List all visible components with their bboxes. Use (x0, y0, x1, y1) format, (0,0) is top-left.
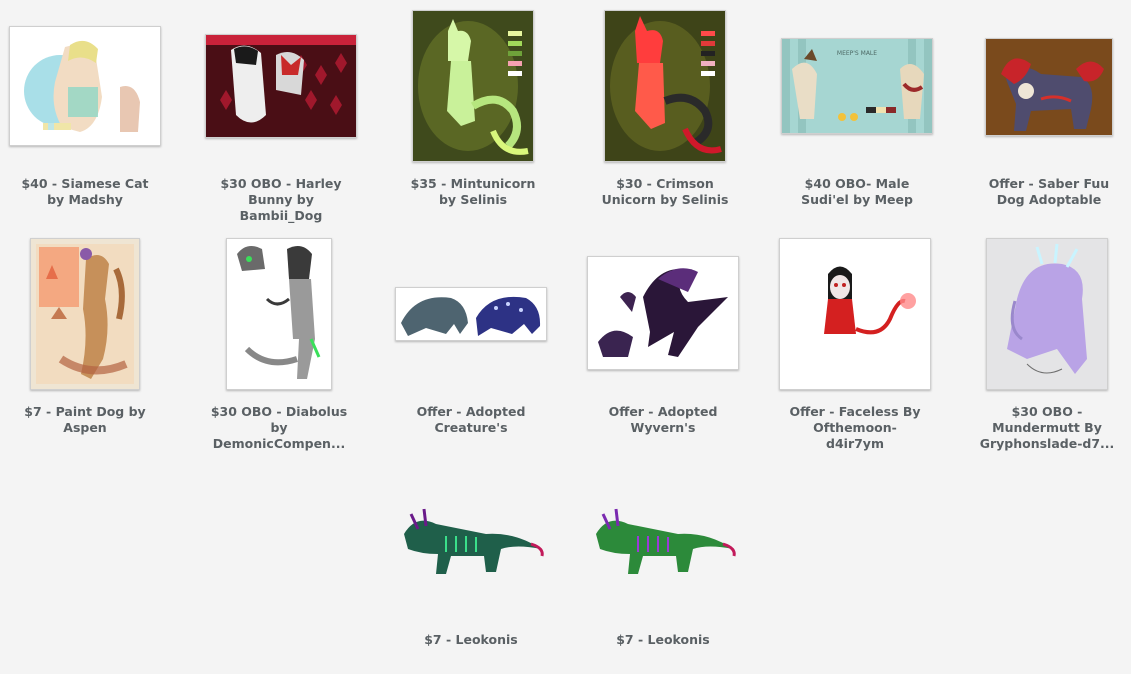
item-caption[interactable]: Offer - Saber Fuu Dog Adoptable (973, 176, 1125, 208)
thumbnail-harley-bunny[interactable] (205, 34, 357, 138)
gallery-item[interactable]: Offer - Adopted Creature's (395, 238, 547, 436)
adoptables-gallery: $40 - Siamese Cat by Madshy $30 OBO - Ha… (0, 0, 1131, 674)
thumbnail-wyverns[interactable] (587, 256, 739, 370)
item-caption[interactable]: Offer - Adopted Creature's (395, 404, 547, 436)
item-caption[interactable]: $40 - Siamese Cat by Madshy (9, 176, 161, 208)
thumbnail-paint-dog[interactable] (30, 238, 140, 390)
item-caption[interactable]: $7 - Leokonis (587, 632, 739, 648)
item-caption[interactable]: $35 - Mintunicorn by Selinis (397, 176, 549, 208)
thumbnail-leokonis-2[interactable] (588, 504, 738, 580)
gallery-item[interactable]: $7 - Leokonis (587, 466, 739, 648)
gallery-item[interactable]: Offer - Faceless By Ofthemoon- d4ir7ym (779, 238, 931, 452)
item-caption[interactable]: $40 OBO- Male Sudi'el by Meep (781, 176, 933, 208)
gallery-item[interactable]: $40 - Siamese Cat by Madshy (9, 10, 161, 208)
item-caption[interactable]: Offer - Faceless By Ofthemoon- d4ir7ym (779, 404, 931, 452)
thumbnail-mintunicorn[interactable] (412, 10, 534, 162)
gallery-item[interactable]: $30 - Crimson Unicorn by Selinis (589, 10, 741, 208)
item-caption[interactable]: $30 - Crimson Unicorn by Selinis (589, 176, 741, 208)
gallery-item[interactable]: $35 - Mintunicorn by Selinis (397, 10, 549, 208)
thumbnail-saber-fuu[interactable] (985, 38, 1113, 136)
thumbnail-leokonis-1[interactable] (396, 504, 546, 580)
item-caption[interactable]: $30 OBO - Harley Bunny by Bambii_Dog (205, 176, 357, 224)
thumbnail-creatures[interactable] (395, 287, 547, 341)
gallery-item[interactable]: $7 - Paint Dog by Aspen (9, 238, 161, 436)
svg-text:MEEP'S MALE: MEEP'S MALE (837, 50, 877, 57)
gallery-item[interactable]: Offer - Adopted Wyvern's (587, 238, 739, 436)
item-caption[interactable]: Offer - Adopted Wyvern's (587, 404, 739, 436)
item-caption[interactable]: $7 - Paint Dog by Aspen (9, 404, 161, 436)
gallery-item[interactable]: $30 OBO - Mundermutt By Gryphonslade-d7.… (971, 238, 1123, 452)
gallery-item[interactable]: $7 - Leokonis (395, 466, 547, 648)
thumbnail-mundermutt[interactable] (986, 238, 1108, 390)
thumbnail-faceless[interactable] (779, 238, 931, 390)
thumbnail-siamese-cat[interactable] (9, 26, 161, 146)
thumbnail-diabolus[interactable] (226, 238, 332, 390)
thumbnail-sudiel[interactable]: MEEP'S MALE (781, 38, 933, 134)
gallery-item[interactable]: $30 OBO - Diabolus by DemonicCompen... (203, 238, 355, 452)
gallery-item[interactable]: Offer - Saber Fuu Dog Adoptable (973, 10, 1125, 208)
item-caption[interactable]: $30 OBO - Diabolus by DemonicCompen... (203, 404, 355, 452)
item-caption[interactable]: $30 OBO - Mundermutt By Gryphonslade-d7.… (971, 404, 1123, 452)
gallery-item[interactable]: $30 OBO - Harley Bunny by Bambii_Dog (205, 10, 357, 224)
gallery-item[interactable]: MEEP'S MALE $40 OBO- Male Sudi'el by Mee… (781, 10, 933, 208)
item-caption[interactable]: $7 - Leokonis (395, 632, 547, 648)
thumbnail-crimson-unicorn[interactable] (604, 10, 726, 162)
